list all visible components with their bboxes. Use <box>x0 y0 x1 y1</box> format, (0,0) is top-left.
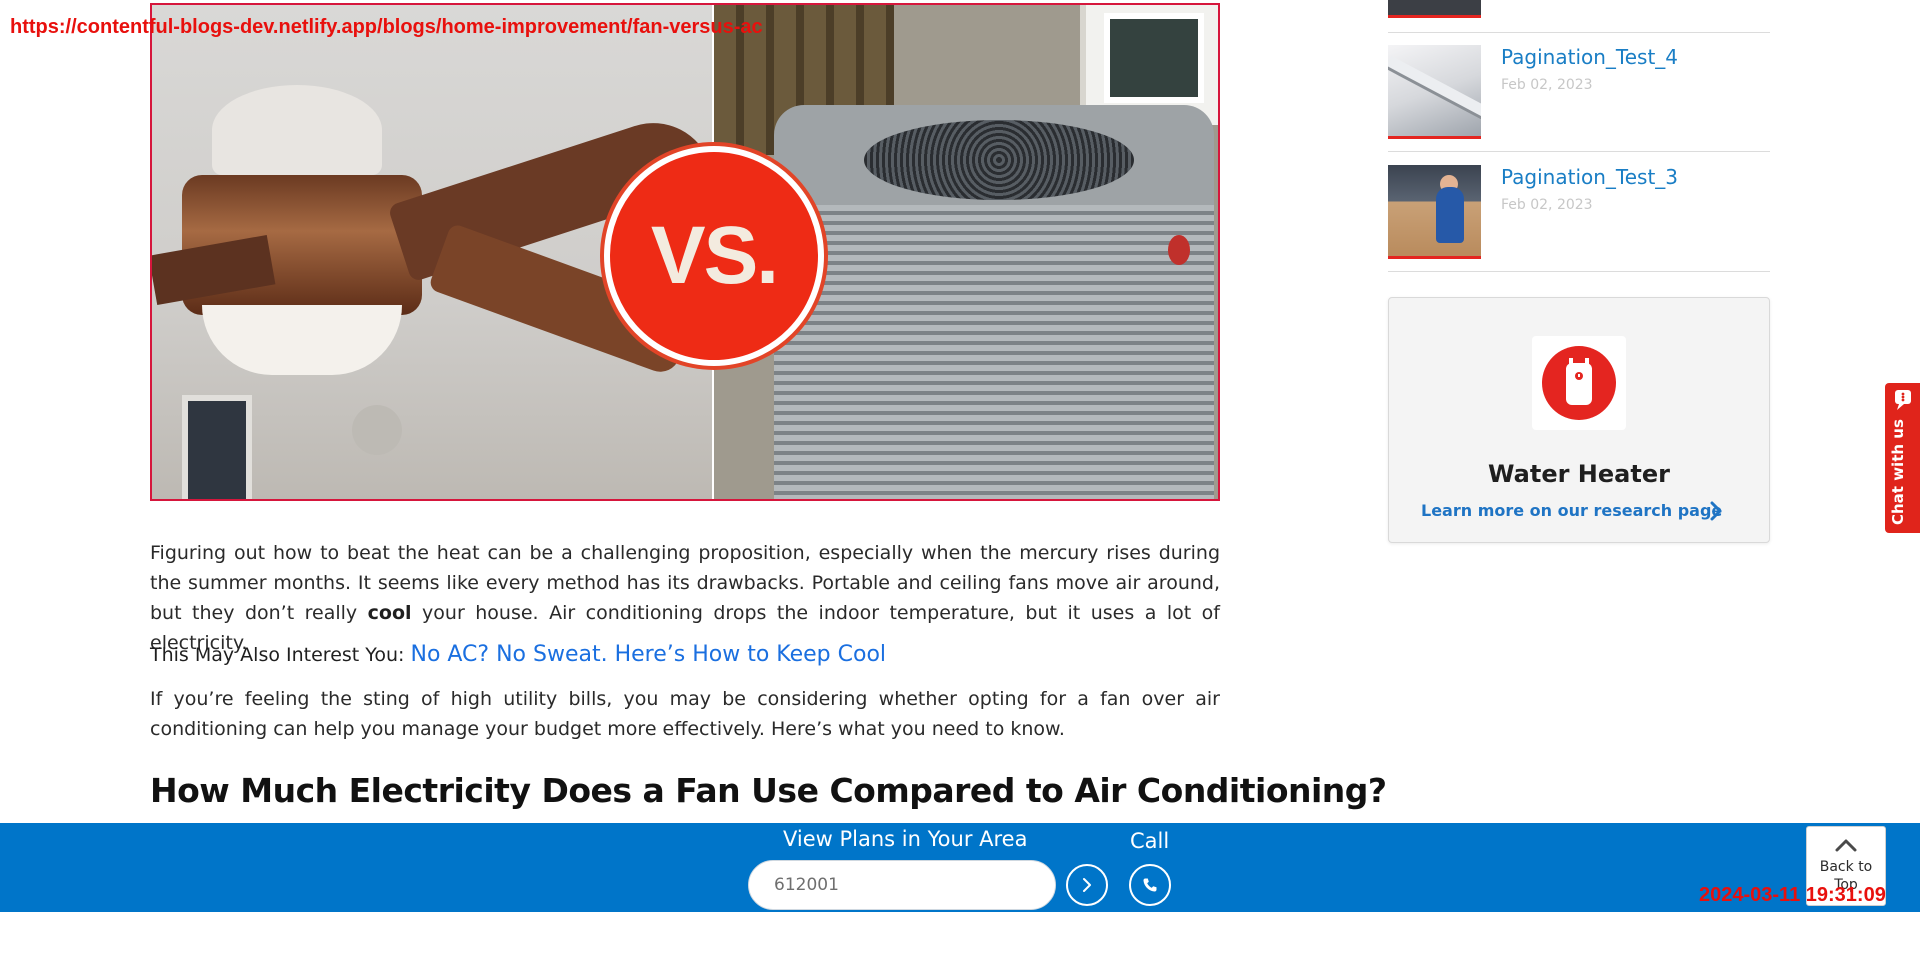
call-label: Call <box>1130 829 1170 853</box>
phone-icon <box>1143 878 1157 892</box>
card-title: Water Heater <box>1488 460 1670 488</box>
hero-image: VS. <box>150 3 1220 501</box>
research-card: Water Heater Learn more on our research … <box>1388 297 1770 543</box>
zip-code-input[interactable] <box>748 860 1056 910</box>
sidebar-post-title[interactable]: Pagination_Test_3 <box>1501 165 1678 189</box>
sidebar-post-date: Feb 02, 2023 <box>1501 77 1593 93</box>
divider <box>1388 151 1770 152</box>
sidebar-post[interactable]: Pagination_Test_4 Feb 02, 2023 <box>1388 45 1770 139</box>
section-heading: How Much Electricity Does a Fan Use Comp… <box>150 771 1387 810</box>
chat-with-us-tab[interactable]: Chat with us <box>1885 383 1920 533</box>
article-paragraph-2: If you’re feeling the sting of high util… <box>150 688 1220 740</box>
sidebar-post-thumbnail[interactable] <box>1388 45 1481 139</box>
related-article: This May Also Interest You: No AC? No Sw… <box>150 642 886 667</box>
divider <box>1388 271 1770 272</box>
chevron-right-icon <box>1083 878 1091 892</box>
call-button[interactable] <box>1129 864 1171 906</box>
chat-bubble-icon <box>1895 390 1911 410</box>
article-paragraph-1: Figuring out how to beat the heat can be… <box>150 542 1220 654</box>
sidebar-post-title[interactable]: Pagination_Test_4 <box>1501 45 1678 69</box>
url-overlay: https://contentful-blogs-dev.netlify.app… <box>10 16 763 38</box>
water-heater-icon-box <box>1532 336 1626 430</box>
sidebar-post-date: Feb 02, 2023 <box>1501 197 1593 213</box>
chevron-right-icon[interactable] <box>1709 501 1723 521</box>
sidebar-post-thumbnail[interactable] <box>1388 165 1481 259</box>
view-plans-label: View Plans in Your Area <box>783 827 1028 851</box>
divider <box>1388 32 1770 33</box>
submit-zip-button[interactable] <box>1066 864 1108 906</box>
sidebar-post[interactable]: Pagination_Test_3 Feb 02, 2023 <box>1388 165 1770 259</box>
related-article-link[interactable]: No AC? No Sweat. Here’s How to Keep Cool <box>410 642 886 667</box>
vs-badge: VS. <box>604 146 824 366</box>
water-heater-icon <box>1542 346 1616 420</box>
research-page-link[interactable]: Learn more on our research page <box>1421 501 1722 520</box>
sidebar-post-thumbnail[interactable] <box>1388 0 1481 18</box>
chat-label: Chat with us <box>1889 419 1907 525</box>
bottom-cta-bar: View Plans in Your Area Call <box>0 823 1920 912</box>
timestamp-overlay: 2024-03-11 19:31:09 <box>1699 884 1886 906</box>
chevron-up-icon <box>1835 839 1857 852</box>
related-article-label: This May Also Interest You: <box>150 644 411 666</box>
